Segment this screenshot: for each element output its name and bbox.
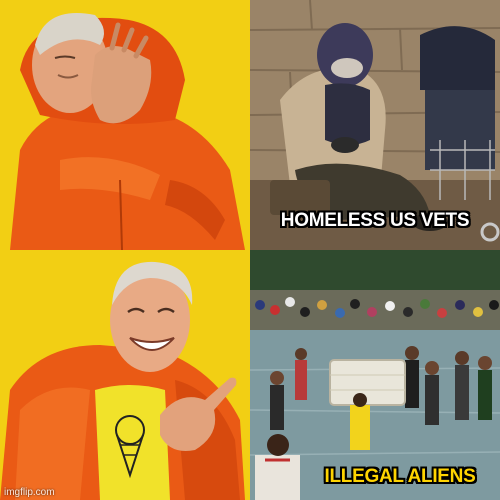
panel-bottom-right-photo: ILLEGAL ALIENS [250, 250, 500, 500]
reject-person-image [0, 0, 250, 250]
top-caption: HOMELESS US VETS [280, 210, 470, 231]
bottom-caption: ILLEGAL ALIENS [324, 466, 476, 487]
approve-person-image [0, 250, 250, 500]
meme-canvas: HOMELESS US VETS ILLEGAL ALIENS imgflip.… [0, 0, 500, 500]
panel-top-right-photo: HOMELESS US VETS [250, 0, 500, 250]
watermark-text: imgflip.com [4, 487, 55, 498]
panel-approve-person [0, 250, 250, 500]
river-crowd-image [250, 250, 500, 500]
panel-reject-person [0, 0, 250, 250]
